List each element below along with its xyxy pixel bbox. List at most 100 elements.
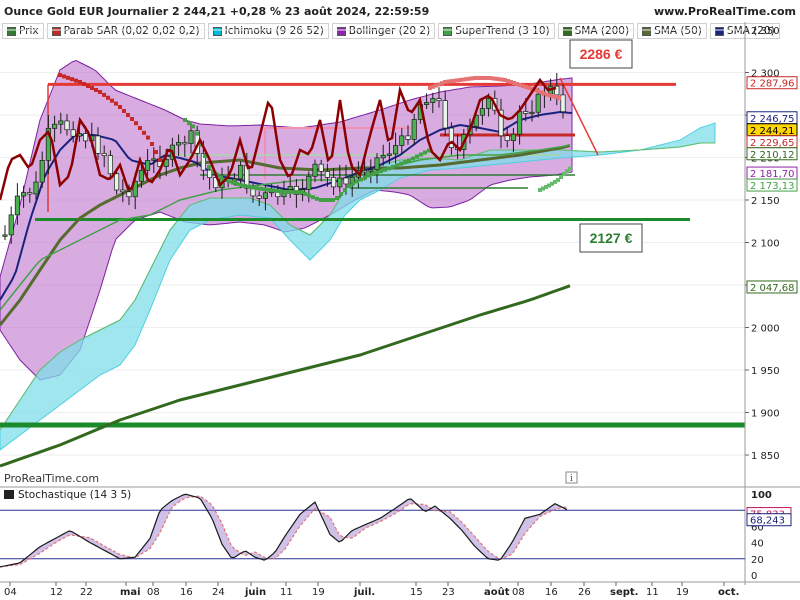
parabolic-sar-dot [263, 187, 267, 192]
candle-body [306, 175, 312, 190]
price-label: 2 244,21 [746, 123, 798, 137]
parabolic-sar-dot [122, 109, 126, 113]
price-label-text: 2 287,96 [750, 79, 795, 90]
x-tick-label: oct. [718, 587, 739, 598]
price-label-text: 2 047,68 [750, 283, 795, 294]
x-tick-label: 04 [4, 587, 17, 598]
stoch-swatch-icon [4, 490, 14, 499]
stoch-value-label: 68,243 [746, 513, 792, 527]
candle-body [21, 192, 27, 197]
parabolic-sar-dot [231, 180, 235, 185]
x-tick-label: juin [244, 587, 266, 598]
parabolic-sar-dot [359, 177, 363, 182]
price-label: 2 047,68 [746, 280, 798, 294]
candle-body [337, 177, 343, 188]
y-tick-label: 2 100 [751, 239, 780, 250]
x-tick-label: 12 [50, 587, 63, 598]
candle-body [287, 186, 293, 190]
candle-body [436, 98, 442, 101]
candle-body [262, 192, 268, 199]
parabolic-sar-dot [303, 192, 307, 196]
parabolic-sar-dot [403, 160, 407, 164]
x-tick-label: sept. [610, 587, 638, 598]
parabolic-sar-dot [299, 190, 303, 195]
x-tick-label: 11 [646, 587, 659, 598]
x-tick-label: 08 [147, 587, 160, 598]
x-tick-label: 16 [180, 587, 193, 598]
parabolic-sar-dot [291, 190, 295, 194]
parabolic-sar-dot [94, 88, 98, 92]
stoch-k-line [0, 493, 568, 568]
parabolic-sar-dot [267, 187, 271, 192]
price-label-text: 2 210,12 [750, 150, 795, 161]
x-tick-label: mai [120, 587, 141, 598]
parabolic-sar-dot [110, 98, 114, 103]
parabolic-sar-dot [363, 175, 367, 180]
parabolic-sar-dot [58, 73, 62, 77]
candle-body [58, 120, 64, 125]
candle-body [52, 123, 58, 129]
parabolic-sar-dot [86, 84, 90, 88]
parabolic-sar-dot [219, 175, 223, 180]
parabolic-sar-dot [335, 196, 339, 200]
y-tick-label: 2 150 [751, 196, 780, 207]
parabolic-sar-dot [78, 80, 82, 84]
parabolic-sar-dot [146, 135, 150, 140]
parabolic-sar-dot [187, 121, 191, 126]
candle-body [39, 160, 45, 183]
x-tick-label: 16 [545, 587, 558, 598]
candle-body [176, 142, 182, 146]
candle-body [83, 133, 89, 142]
parabolic-sar-dot [275, 188, 279, 193]
stoch-d-line [0, 495, 568, 568]
parabolic-sar-dot [399, 161, 403, 166]
candle-body [368, 169, 374, 172]
parabolic-sar-dot [74, 78, 78, 83]
parabolic-sar-dot [383, 167, 387, 172]
parabolic-sar-dot [102, 92, 106, 97]
candle-body [430, 98, 436, 103]
candle-body [560, 94, 566, 113]
price-label: 2 246,75 [746, 111, 798, 125]
stoch-title: Stochastique (14 3 5) [18, 489, 131, 501]
parabolic-sar-dot [106, 95, 110, 100]
stoch-fill [0, 494, 567, 567]
parabolic-sar-dot [327, 198, 331, 202]
parabolic-sar-dot [82, 82, 86, 86]
parabolic-sar-dot [279, 189, 283, 194]
parabolic-sar-dot [235, 182, 239, 186]
candle-body [145, 160, 151, 171]
price-label-text: 2 229,65 [750, 138, 795, 149]
candle-body [64, 120, 70, 131]
parabolic-sar-dot [387, 166, 391, 171]
x-tick-label: 24 [212, 587, 225, 598]
parabolic-sar-dot [66, 75, 70, 80]
candle-body [424, 102, 430, 105]
candle-body [8, 214, 14, 236]
candle-body [95, 135, 101, 154]
candle-body [411, 119, 417, 140]
candle-body [33, 181, 39, 195]
parabolic-sar-dot [419, 152, 423, 157]
price-label: 2 229,65 [746, 135, 798, 149]
candle-body [362, 170, 368, 173]
price-chart[interactable]: 2286 €2127 € 2 3502 3002 2502 2002 1502 … [0, 0, 800, 600]
info-icon-glyph: i [570, 474, 573, 484]
candle-body [386, 153, 392, 156]
candle-body [343, 177, 349, 185]
parabolic-sar-dot [126, 113, 130, 117]
parabolic-sar-dot [323, 198, 327, 202]
parabolic-sar-dot [307, 193, 311, 198]
x-tick-label: juil. [353, 587, 375, 598]
parabolic-sar-dot [191, 124, 195, 129]
price-annotation-1: 2127 € [579, 223, 643, 253]
candle-body [114, 173, 120, 191]
candle-body [101, 153, 107, 156]
parabolic-sar-dot [251, 185, 255, 190]
price-label-text: 2 246,75 [750, 114, 795, 125]
candle-body [138, 169, 144, 182]
parabolic-sar-dot [259, 186, 263, 191]
parabolic-sar-dot [331, 198, 335, 202]
parabolic-sar-dot [423, 150, 427, 155]
x-tick-label: août [484, 586, 510, 598]
